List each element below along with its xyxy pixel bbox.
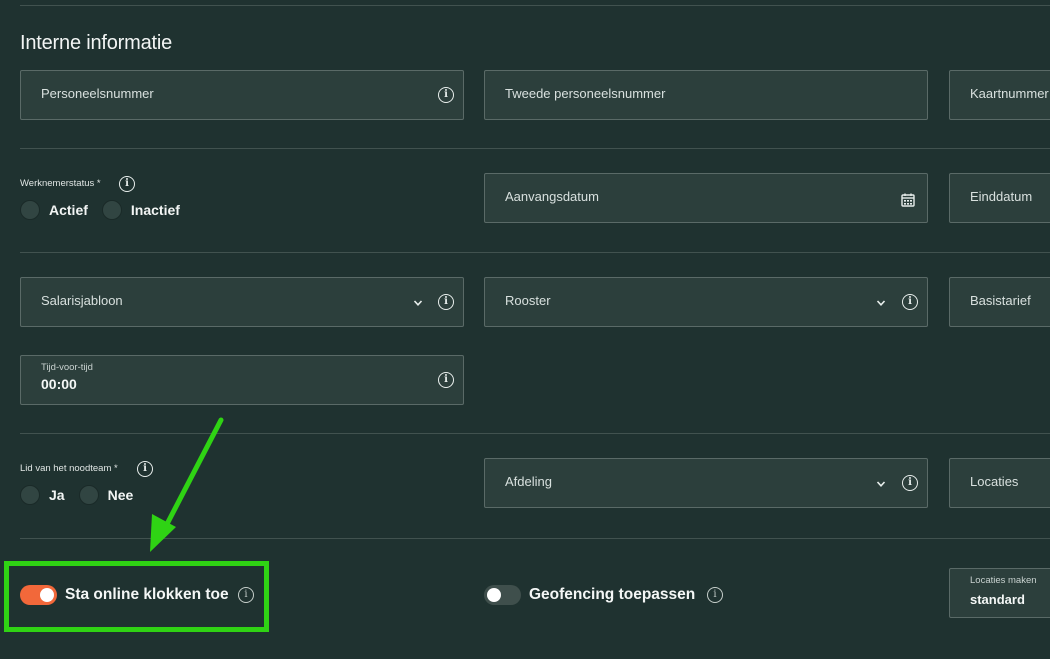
radio-nee[interactable] [78, 485, 99, 505]
geofencing-label: Geofencing toepassen [529, 586, 696, 603]
info-icon[interactable]: i [902, 294, 918, 310]
locaties-maken-value: standard [970, 592, 1025, 607]
radio-ja[interactable] [20, 485, 40, 505]
tweede-personeelsnummer-label: Tweede personeelsnummer [505, 86, 666, 101]
locaties-field[interactable]: Locaties [949, 458, 1050, 508]
basistarief-label: Basistarief [970, 293, 1031, 308]
calendar-icon[interactable] [901, 193, 915, 207]
kaartnummer-field[interactable]: Kaartnummer [949, 70, 1050, 120]
toggle-knob [487, 588, 501, 602]
tijd-voor-tijd-value: 00:00 [41, 376, 77, 392]
info-icon[interactable]: i [119, 176, 135, 192]
geofencing-toggle[interactable] [484, 585, 521, 605]
salarisjabloon-label: Salarisjabloon [41, 293, 123, 308]
noodteam-label: Lid van het noodteam * [20, 463, 118, 474]
annotation-highlight-box [4, 561, 269, 632]
rooster-select[interactable]: Rooster i [484, 277, 928, 327]
info-icon[interactable]: i [902, 475, 918, 491]
personeelsnummer-label: Personeelsnummer [41, 86, 154, 101]
werknemerstatus-label: Werknemerstatus * [20, 178, 101, 189]
tijd-voor-tijd-label: Tijd-voor-tijd [41, 362, 93, 373]
info-icon[interactable]: i [438, 294, 454, 310]
top-divider [20, 5, 1050, 6]
radio-inactief[interactable] [101, 200, 122, 220]
werknemerstatus-radio-group: Actief Inactief [20, 200, 194, 220]
locaties-label: Locaties [970, 474, 1019, 489]
noodteam-radio-group: Ja Nee [20, 485, 147, 505]
divider [20, 148, 1050, 149]
locaties-maken-label: Locaties maken [970, 575, 1037, 586]
rooster-label: Rooster [505, 293, 551, 308]
radio-label-nee: Nee [107, 487, 134, 503]
divider [20, 252, 1050, 253]
chevron-down-icon[interactable] [876, 479, 886, 489]
personeelsnummer-field[interactable]: Personeelsnummer i [20, 70, 464, 120]
aanvangsdatum-label: Aanvangsdatum [505, 189, 599, 204]
radio-actief[interactable] [20, 200, 40, 220]
info-icon[interactable]: i [707, 587, 723, 603]
einddatum-field[interactable]: Einddatum [949, 173, 1050, 223]
einddatum-label: Einddatum [970, 189, 1033, 204]
radio-label-ja: Ja [49, 487, 65, 503]
radio-label-actief: Actief [49, 202, 88, 218]
section-title: Interne informatie [20, 32, 173, 54]
afdeling-select[interactable]: Afdeling i [484, 458, 928, 508]
chevron-down-icon[interactable] [876, 298, 886, 308]
chevron-down-icon[interactable] [413, 298, 423, 308]
tijd-voor-tijd-field[interactable]: Tijd-voor-tijd 00:00 i [20, 355, 464, 405]
locaties-maken-field[interactable]: Locaties maken standard [949, 568, 1050, 618]
aanvangsdatum-field[interactable]: Aanvangsdatum [484, 173, 928, 223]
afdeling-label: Afdeling [505, 474, 552, 489]
info-icon[interactable]: i [438, 372, 454, 388]
annotation-arrow [150, 417, 224, 552]
radio-label-inactief: Inactief [130, 202, 180, 218]
tweede-personeelsnummer-field[interactable]: Tweede personeelsnummer [484, 70, 928, 120]
basistarief-field[interactable]: Basistarief [949, 277, 1050, 327]
kaartnummer-label: Kaartnummer [970, 86, 1049, 101]
salarisjabloon-select[interactable]: Salarisjabloon i [20, 277, 464, 327]
info-icon[interactable]: i [438, 87, 454, 103]
